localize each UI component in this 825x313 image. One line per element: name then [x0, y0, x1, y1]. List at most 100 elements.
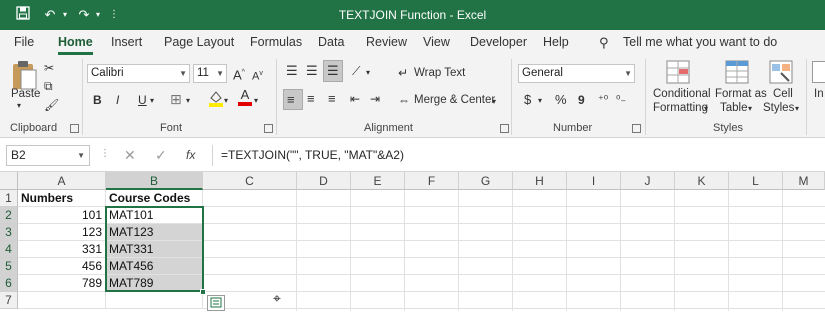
middle-align-icon[interactable]: ☰: [306, 63, 318, 79]
format-as-table-dropdown-icon[interactable]: ▾: [748, 104, 752, 113]
currency-button[interactable]: $: [524, 92, 531, 108]
format-as-table-icon[interactable]: [723, 59, 753, 85]
increase-decimal-icon[interactable]: ⁺⁰: [598, 92, 608, 108]
clipboard-launcher-icon[interactable]: [70, 124, 79, 133]
tab-formulas[interactable]: Formulas: [250, 35, 302, 49]
column-header-h[interactable]: H: [513, 172, 567, 190]
format-as-table-label-2[interactable]: Table: [720, 102, 748, 114]
cell-b1[interactable]: Course Codes: [106, 190, 203, 207]
column-header-i[interactable]: I: [567, 172, 621, 190]
font-size-combo[interactable]: 11 ▼: [193, 64, 227, 83]
tab-review[interactable]: Review: [366, 35, 407, 49]
merge-dropdown-icon[interactable]: ▾: [492, 94, 496, 110]
tab-view[interactable]: View: [423, 35, 450, 49]
format-as-table-label-1[interactable]: Format as: [715, 88, 767, 100]
top-align-icon[interactable]: ☰: [286, 63, 298, 79]
italic-button[interactable]: I: [116, 92, 119, 108]
cell-a1[interactable]: Numbers: [18, 190, 106, 207]
paste-dropdown-icon[interactable]: ▾: [17, 101, 21, 110]
font-color-icon[interactable]: A: [238, 88, 252, 106]
cell-b7[interactable]: [106, 292, 203, 309]
cell-a4[interactable]: 331: [18, 241, 106, 258]
column-header-b[interactable]: B: [106, 172, 203, 190]
underline-button[interactable]: U: [138, 92, 147, 108]
column-header-a[interactable]: A: [18, 172, 106, 190]
number-launcher-icon[interactable]: [632, 124, 641, 133]
insert-cells-label[interactable]: In: [814, 88, 824, 100]
wrap-text-button[interactable]: Wrap Text: [414, 67, 465, 79]
cell-styles-label-1[interactable]: Cell: [773, 88, 793, 100]
wrap-text-icon[interactable]: ↵: [398, 65, 408, 81]
row-header-6[interactable]: 6: [0, 275, 18, 292]
alignment-launcher-icon[interactable]: [500, 124, 509, 133]
tab-data[interactable]: Data: [318, 35, 344, 49]
conditional-formatting-label-1[interactable]: Conditional: [653, 88, 711, 100]
orientation-dropdown-icon[interactable]: ▾: [366, 65, 370, 81]
tab-file[interactable]: File: [14, 35, 34, 49]
conditional-formatting-label-2[interactable]: Formatting: [653, 102, 708, 114]
cell-b6[interactable]: MAT789: [106, 275, 203, 292]
lightbulb-icon[interactable]: ⚲: [599, 35, 609, 51]
cell-b4[interactable]: MAT331: [106, 241, 203, 258]
cell-a5[interactable]: 456: [18, 258, 106, 275]
font-color-dropdown-icon[interactable]: ▾: [254, 93, 258, 109]
fill-color-dropdown-icon[interactable]: ▾: [224, 93, 228, 109]
name-box[interactable]: B2 ▼: [6, 145, 90, 166]
tell-me-search[interactable]: Tell me what you want to do: [623, 35, 777, 49]
align-center-icon[interactable]: ≡: [307, 91, 315, 107]
merge-center-icon[interactable]: ⇔: [398, 92, 410, 108]
fill-handle[interactable]: [200, 289, 206, 295]
percent-button[interactable]: %: [555, 92, 567, 108]
column-header-c[interactable]: C: [203, 172, 297, 190]
row-header-1[interactable]: 1: [0, 190, 18, 207]
cell-b5[interactable]: MAT456: [106, 258, 203, 275]
decrease-decimal-icon[interactable]: ⁰₋: [616, 92, 626, 108]
tab-home[interactable]: Home: [58, 35, 93, 55]
column-header-d[interactable]: D: [297, 172, 351, 190]
comma-style-button[interactable]: 9: [578, 92, 585, 108]
cell-a3[interactable]: 123: [18, 224, 106, 241]
borders-dropdown-icon[interactable]: ▾: [186, 93, 190, 109]
cell-b3[interactable]: MAT123: [106, 224, 203, 241]
column-header-e[interactable]: E: [351, 172, 405, 190]
cut-icon[interactable]: ✂: [44, 60, 54, 76]
column-header-j[interactable]: J: [621, 172, 675, 190]
insert-cells-icon[interactable]: [812, 61, 825, 83]
underline-dropdown-icon[interactable]: ▾: [150, 93, 154, 109]
borders-icon[interactable]: ⊞: [170, 91, 182, 107]
row-header-5[interactable]: 5: [0, 258, 18, 275]
tab-page-layout[interactable]: Page Layout: [164, 35, 234, 49]
align-left-button[interactable]: ≡: [283, 89, 303, 110]
cell-a2[interactable]: 101: [18, 207, 106, 224]
align-right-icon[interactable]: ≡: [328, 91, 336, 107]
shrink-font-icon[interactable]: Av: [252, 66, 263, 85]
tab-help[interactable]: Help: [543, 35, 569, 49]
formula-input[interactable]: =TEXTJOIN("", TRUE, "MAT"&A2): [212, 145, 822, 166]
column-header-g[interactable]: G: [459, 172, 513, 190]
format-painter-icon[interactable]: 🖌: [44, 97, 59, 113]
row-header-7[interactable]: 7: [0, 292, 18, 309]
select-all-button[interactable]: [0, 172, 18, 190]
cell-a7[interactable]: [18, 292, 106, 309]
number-format-combo[interactable]: General ▼: [518, 64, 635, 83]
conditional-formatting-icon[interactable]: [664, 59, 694, 85]
font-launcher-icon[interactable]: [264, 124, 273, 133]
row-header-2[interactable]: 2: [0, 207, 18, 224]
copy-icon[interactable]: ⧉: [44, 78, 53, 94]
insert-function-button[interactable]: fx: [186, 148, 195, 162]
cell-styles-dropdown-icon[interactable]: ▾: [795, 104, 799, 113]
cell-b2[interactable]: MAT101: [106, 207, 203, 224]
cell-a6[interactable]: 789: [18, 275, 106, 292]
decrease-indent-icon[interactable]: ⇤: [350, 91, 360, 107]
orientation-icon[interactable]: ⟋: [352, 63, 360, 79]
column-header-f[interactable]: F: [405, 172, 459, 190]
bottom-align-button[interactable]: ☰: [323, 60, 343, 82]
cell-styles-label-2[interactable]: Styles: [763, 102, 794, 114]
column-header-m[interactable]: M: [783, 172, 825, 190]
row-header-4[interactable]: 4: [0, 241, 18, 258]
grow-font-icon[interactable]: A^: [233, 65, 245, 83]
increase-indent-icon[interactable]: ⇥: [370, 91, 380, 107]
tab-developer[interactable]: Developer: [470, 35, 527, 49]
font-name-combo[interactable]: Calibri ▼: [87, 64, 190, 83]
currency-dropdown-icon[interactable]: ▾: [538, 93, 542, 109]
